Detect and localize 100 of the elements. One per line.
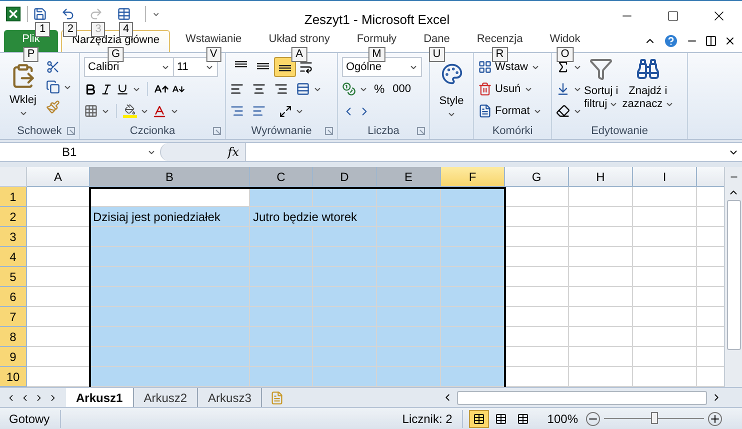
find-select-button[interactable]: zaznacz [622,98,663,111]
grid-cell[interactable] [569,207,633,227]
row-header[interactable]: 5 [0,267,27,287]
grid-cell[interactable] [569,307,633,327]
grid-cell[interactable] [90,347,250,367]
grid-cell[interactable] [441,227,505,247]
dialog-launcher-icon[interactable] [325,127,333,135]
zoom-slider-thumb[interactable] [651,412,658,424]
grid-cell[interactable] [441,327,505,347]
grid-cell[interactable] [569,367,633,387]
grid-cell[interactable] [313,187,377,207]
grid-cell[interactable] [250,307,313,327]
grid-cell[interactable]: Dzisiaj jest poniedziałek [90,207,250,227]
grid-cell[interactable] [569,327,633,347]
grid-cell[interactable] [633,327,697,347]
row-header[interactable]: 4 [0,247,27,267]
select-all-corner[interactable] [0,167,27,187]
grid-cell[interactable] [377,287,441,307]
grid-cell[interactable] [633,187,697,207]
sum-icon[interactable] [556,60,570,74]
grid-cell[interactable] [505,327,569,347]
grid-cell[interactable] [633,207,697,227]
grid-cell[interactable] [313,287,377,307]
grid-cell[interactable] [633,267,697,287]
row-header[interactable]: 10 [0,367,27,387]
grid-cell[interactable]: Jutro będzie wtorek [250,207,377,227]
grid-cell[interactable] [505,367,569,387]
grid-cell[interactable] [313,347,377,367]
grid-cell[interactable] [441,307,505,327]
column-header[interactable]: D [313,167,377,187]
grid-cell[interactable] [633,247,697,267]
grid-cell[interactable] [505,207,569,227]
wrap-text-icon[interactable] [299,60,313,74]
grid-cell[interactable] [569,287,633,307]
dialog-launcher-icon[interactable] [213,127,221,135]
dialog-launcher-icon[interactable] [417,127,425,135]
grid-cell[interactable] [250,247,313,267]
sort-filter-button[interactable]: Sortuj i [584,85,618,98]
dialog-launcher-icon[interactable] [67,127,75,135]
restore-workbook-icon[interactable] [705,35,717,47]
grid-cell[interactable] [633,227,697,247]
grid-cell[interactable] [313,367,377,387]
fill-color-icon[interactable] [123,104,137,118]
grid-cell[interactable] [569,227,633,247]
horizontal-scrollbar[interactable] [457,390,707,404]
save-icon[interactable] [33,7,48,21]
grid-cell[interactable] [90,267,250,287]
grid-cell[interactable] [505,187,569,207]
grid-cell[interactable] [569,187,633,207]
grid-cell[interactable] [90,327,250,347]
column-header[interactable]: G [505,167,569,187]
vertical-align-button[interactable] [274,57,296,77]
grid-cell[interactable] [441,247,505,267]
row-header[interactable]: 3 [0,227,27,247]
grid-cell[interactable] [633,367,697,387]
cells-button[interactable]: Format [495,102,530,120]
grid-cell[interactable] [505,347,569,367]
grid-cell[interactable] [377,267,441,287]
sheet-tab[interactable]: Arkusz1 [66,388,134,408]
grid-cell[interactable] [441,267,505,287]
name-box[interactable]: B1 [0,143,160,161]
grid-cell[interactable] [633,287,697,307]
grid-cell[interactable] [250,187,313,207]
grid-cell[interactable] [313,247,377,267]
grid-cell[interactable] [313,227,377,247]
font-name-field[interactable]: Calibri [84,57,174,77]
caret-icon[interactable] [664,100,674,109]
help-icon[interactable] [663,33,679,49]
grid-cell[interactable] [377,247,441,267]
copy-icon[interactable] [46,80,60,94]
undo-icon[interactable] [61,7,76,21]
eraser-icon[interactable] [556,104,570,118]
grid-cell[interactable] [505,287,569,307]
column-header[interactable]: F [441,167,505,187]
grid-cell[interactable] [313,267,377,287]
font-size-field[interactable]: 11 [174,57,218,77]
grid-cell[interactable] [90,367,250,387]
zoom-level[interactable]: 100% [539,410,586,428]
grid-cell[interactable] [90,227,250,247]
italic-icon[interactable] [100,82,113,96]
grid-cell[interactable] [441,367,505,387]
grid-cell[interactable] [313,327,377,347]
insert-function-button[interactable]: fx [228,143,239,161]
font-color-icon[interactable] [152,104,167,118]
grid-cell[interactable] [633,307,697,327]
underline-icon[interactable] [116,82,129,96]
grid-cell[interactable] [90,247,250,267]
grid-cell[interactable] [377,207,441,227]
thousands-button[interactable]: 000 [390,79,414,99]
grid-cell[interactable] [250,227,313,247]
sort-filter-button[interactable]: filtruj [584,98,608,111]
find-select-button[interactable]: Znajdź i [628,85,668,98]
grid-cell[interactable] [569,267,633,287]
column-header[interactable]: H [569,167,633,187]
column-header[interactable]: I [633,167,697,187]
scroll-thumb[interactable] [726,200,740,350]
maximize-icon[interactable] [667,10,679,22]
grid-cell[interactable] [505,227,569,247]
cells-button[interactable]: Usuń [495,80,521,98]
grid-cell[interactable] [377,367,441,387]
